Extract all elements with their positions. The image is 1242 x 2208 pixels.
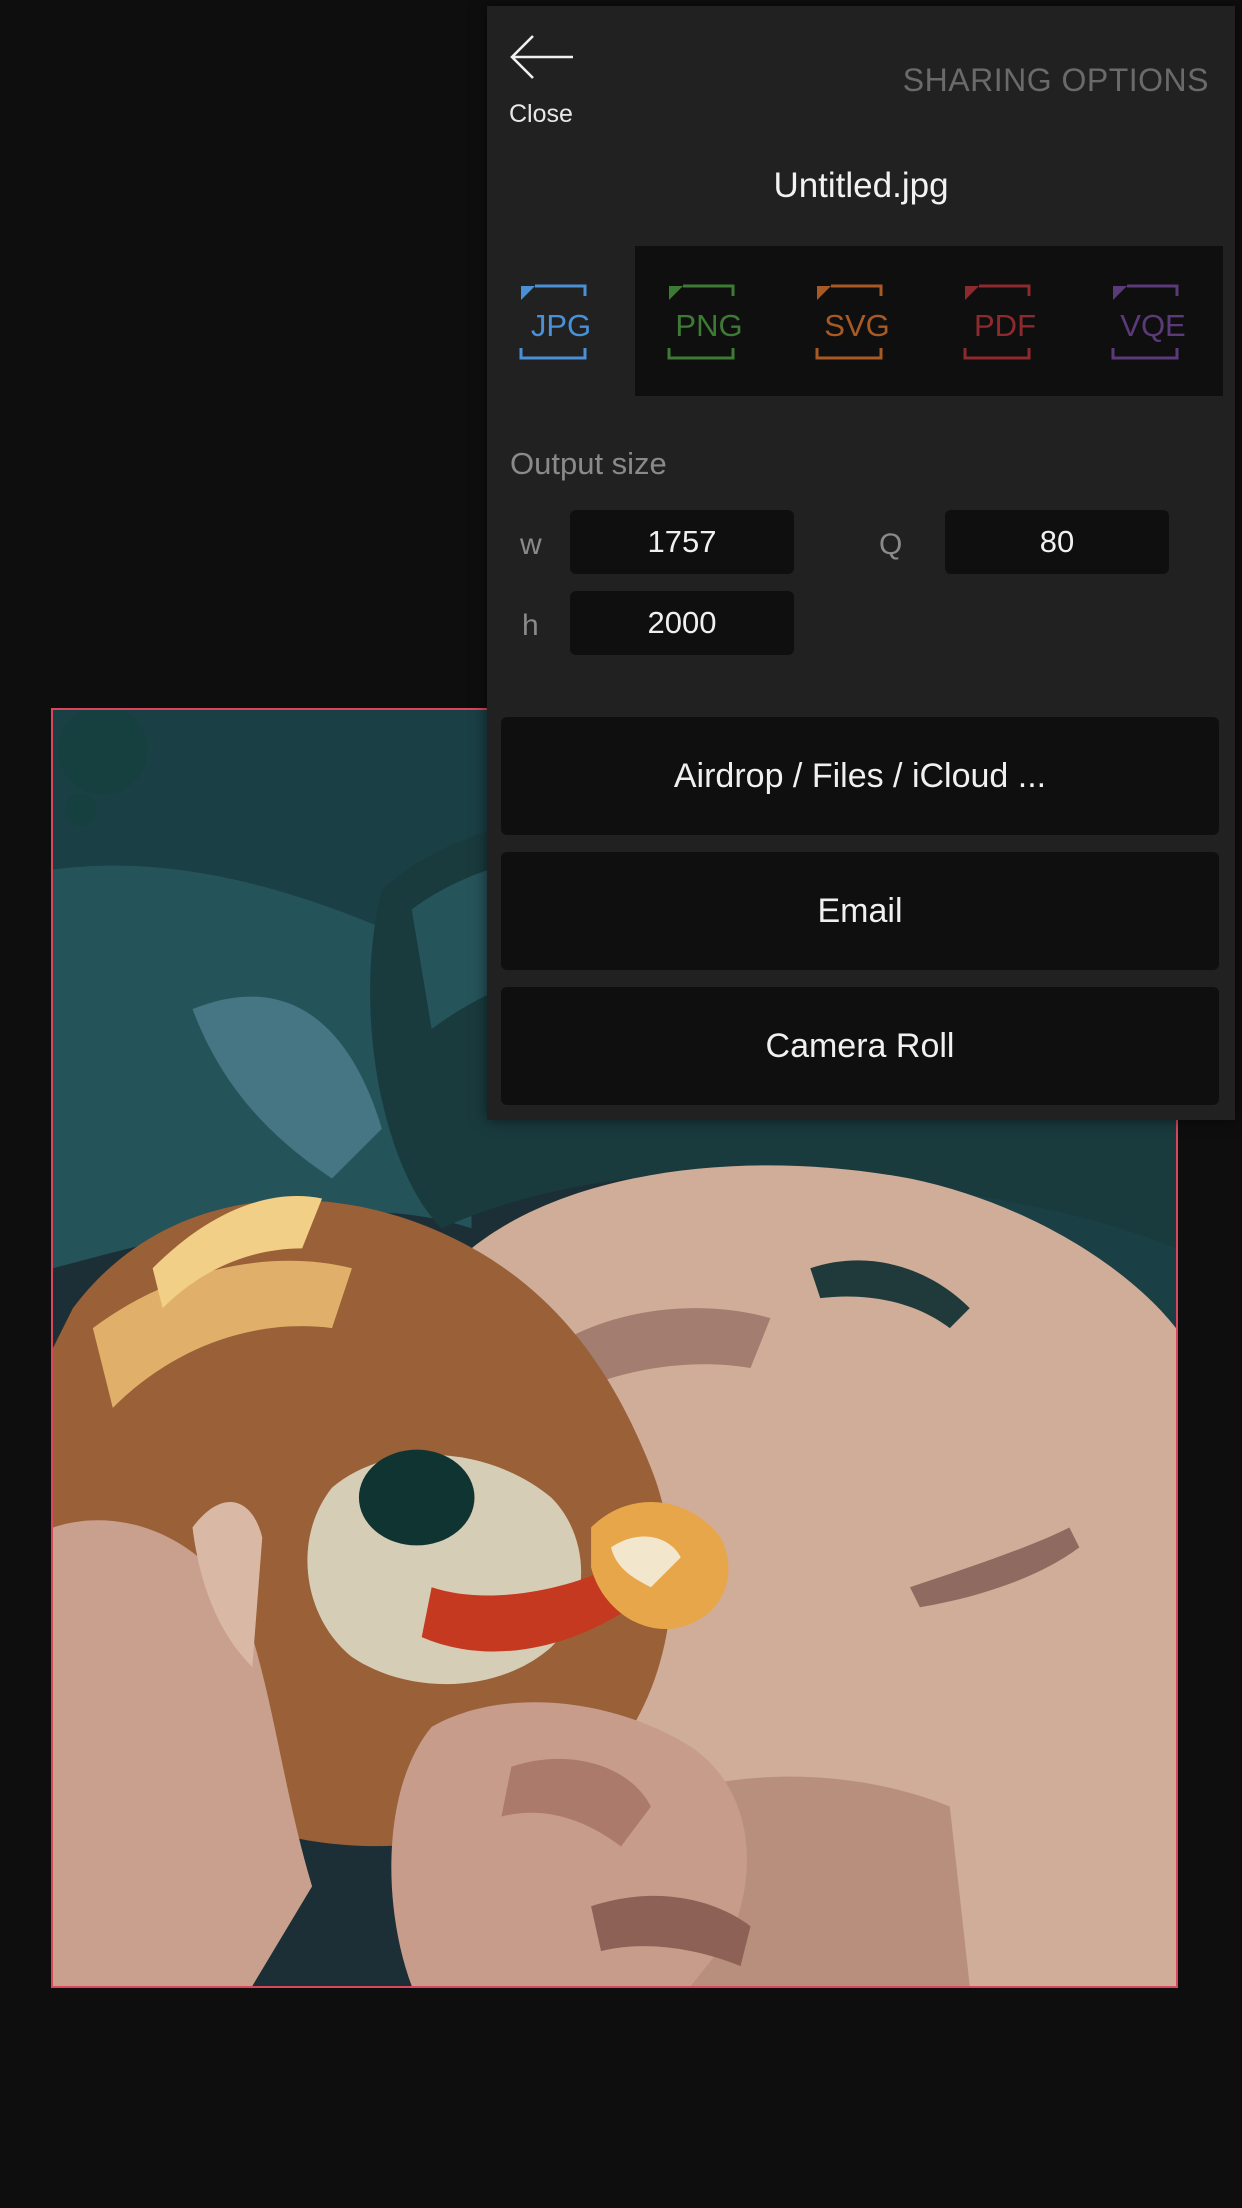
width-label: w: [520, 528, 542, 561]
format-tab-vqe[interactable]: VQE: [1079, 246, 1227, 396]
camera-roll-button[interactable]: Camera Roll: [501, 987, 1219, 1105]
airdrop-files-icloud-button[interactable]: Airdrop / Files / iCloud ...: [501, 717, 1219, 835]
back-arrow-icon: [510, 35, 573, 79]
close-button[interactable]: Close: [509, 34, 589, 138]
height-input[interactable]: [570, 591, 794, 655]
quality-label: Q: [879, 528, 903, 561]
format-label-png: PNG: [675, 308, 743, 343]
width-input[interactable]: [570, 510, 794, 574]
quality-input[interactable]: [945, 510, 1169, 574]
format-selector: JPG PNG SVG PDF VQE: [487, 246, 1223, 396]
format-tab-pdf[interactable]: PDF: [931, 246, 1079, 396]
format-tab-png[interactable]: PNG: [635, 246, 783, 396]
app-canvas: Close SHARING OPTIONS Untitled.jpg JPG P: [0, 0, 1242, 2208]
format-label-vqe: VQE: [1120, 308, 1186, 343]
format-label-pdf: PDF: [974, 308, 1036, 343]
height-label: h: [522, 609, 539, 642]
format-label-jpg: JPG: [530, 308, 592, 343]
format-tab-svg[interactable]: SVG: [783, 246, 931, 396]
format-tab-jpg[interactable]: JPG: [487, 246, 635, 396]
panel-title: SHARING OPTIONS: [902, 62, 1209, 98]
output-size-label: Output size: [510, 446, 667, 481]
sharing-options-panel: Close SHARING OPTIONS Untitled.jpg JPG P: [487, 6, 1235, 1120]
file-name: Untitled.jpg: [773, 166, 949, 205]
close-label: Close: [509, 100, 573, 128]
format-label-svg: SVG: [824, 308, 890, 343]
email-button[interactable]: Email: [501, 852, 1219, 970]
